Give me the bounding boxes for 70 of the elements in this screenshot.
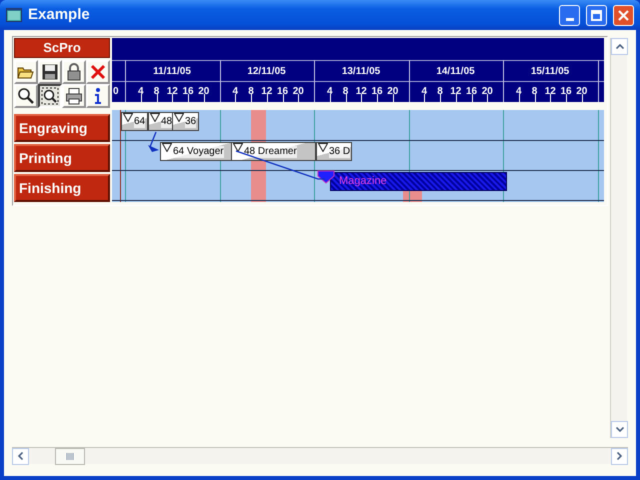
grip-icon bbox=[66, 452, 74, 460]
zoom-area-icon bbox=[41, 87, 59, 105]
close-icon bbox=[618, 10, 629, 20]
horizontal-scrollbar[interactable] bbox=[12, 447, 628, 464]
hour-label: 20 bbox=[197, 85, 210, 99]
milestone-icon bbox=[317, 170, 335, 184]
scroll-thumb[interactable] bbox=[55, 448, 85, 464]
hour-label: 16 bbox=[464, 85, 478, 99]
hour-label: 4 bbox=[514, 85, 523, 99]
dependency-arrow bbox=[148, 132, 159, 152]
date-label: 15/11/05 bbox=[530, 65, 570, 79]
hour-label: 20 bbox=[292, 85, 305, 99]
scroll-down-button[interactable] bbox=[611, 421, 628, 438]
hour-label: 8 bbox=[436, 85, 444, 99]
marker-icon bbox=[123, 113, 133, 122]
minimize-button[interactable] bbox=[559, 4, 580, 26]
hour-label: 0 bbox=[113, 85, 119, 99]
scroll-right-button[interactable] bbox=[611, 448, 628, 464]
window-title: Example bbox=[28, 4, 91, 25]
printer-icon bbox=[65, 87, 83, 105]
task-label: 64 bbox=[134, 116, 146, 128]
vertical-scrollbar[interactable] bbox=[610, 38, 627, 438]
padlock-icon bbox=[65, 63, 83, 81]
marker-icon bbox=[318, 143, 328, 152]
task-label: 36 bbox=[185, 116, 196, 128]
scroll-left-button[interactable] bbox=[12, 448, 29, 464]
date-label: 14/11/05 bbox=[435, 65, 476, 79]
hour-label: 12 bbox=[449, 85, 462, 99]
hour-label: 12 bbox=[544, 85, 557, 99]
hour-label: 4 bbox=[326, 85, 334, 99]
date-label: 11/11/05 bbox=[152, 65, 192, 79]
hour-label: 4 bbox=[231, 85, 240, 99]
hour-label: 4 bbox=[136, 85, 145, 99]
marker-icon bbox=[174, 113, 184, 122]
hour-label: 4 bbox=[420, 85, 428, 99]
hour-label: 8 bbox=[342, 85, 350, 99]
close-button[interactable] bbox=[613, 4, 634, 26]
hour-label: 12 bbox=[166, 85, 179, 99]
minimize-icon bbox=[566, 18, 574, 20]
hour-label: 8 bbox=[152, 85, 160, 99]
resource-label: Printing bbox=[14, 144, 110, 172]
floppy-icon bbox=[41, 63, 59, 81]
scroll-up-button[interactable] bbox=[611, 38, 628, 55]
task-label: 48 bbox=[161, 116, 172, 128]
marker-icon bbox=[150, 113, 160, 122]
hour-label: 20 bbox=[575, 85, 588, 99]
hour-label: 8 bbox=[530, 85, 538, 99]
hour-label: 16 bbox=[181, 85, 195, 99]
hour-label: 16 bbox=[276, 85, 290, 99]
hour-label: 16 bbox=[370, 85, 384, 99]
hour-label: 8 bbox=[247, 85, 255, 99]
marker-icon bbox=[233, 143, 243, 152]
resource-label: Engraving bbox=[14, 114, 110, 142]
hour-label: 20 bbox=[480, 85, 494, 99]
maximize-icon bbox=[591, 10, 602, 20]
resource-label: Finishing bbox=[14, 174, 110, 202]
marker-icon bbox=[162, 143, 172, 152]
hour-label: 12 bbox=[260, 85, 274, 99]
app-icon bbox=[6, 7, 22, 23]
delete-icon bbox=[89, 63, 107, 81]
hour-label: 12 bbox=[354, 85, 368, 99]
task-bar: Magazine bbox=[330, 172, 507, 191]
maximize-button[interactable] bbox=[586, 4, 607, 26]
search-icon bbox=[17, 87, 35, 105]
date-label: 12/11/05 bbox=[246, 65, 287, 79]
date-label: 13/11/05 bbox=[340, 65, 382, 79]
toolbar-button[interactable] bbox=[38, 84, 62, 108]
hour-label: 20 bbox=[386, 85, 400, 99]
chart-header: ScPro bbox=[14, 38, 110, 58]
hour-label: 16 bbox=[559, 85, 573, 99]
